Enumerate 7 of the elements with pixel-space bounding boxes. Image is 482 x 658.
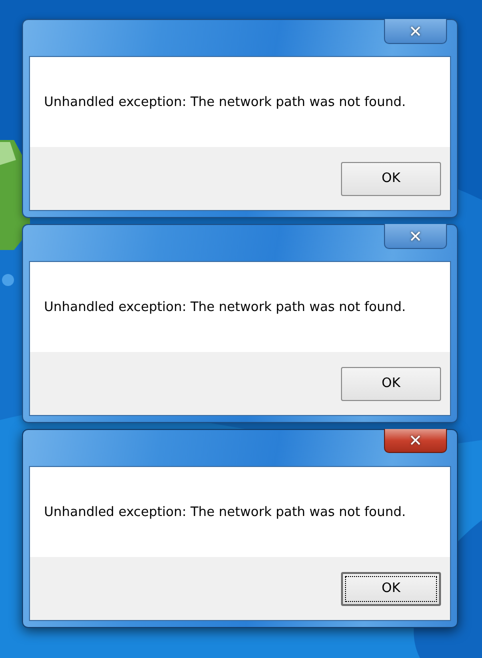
- ok-button[interactable]: OK: [341, 162, 441, 196]
- error-message: Unhandled exception: The network path was not found.: [44, 300, 406, 314]
- ok-button[interactable]: OK: [341, 572, 441, 606]
- error-message: Unhandled exception: The network path was not found.: [44, 94, 406, 110]
- close-button[interactable]: ✕: [384, 429, 447, 453]
- ok-button[interactable]: OK: [341, 366, 441, 400]
- error-message: Unhandled exception: The network path was not found.: [44, 504, 406, 520]
